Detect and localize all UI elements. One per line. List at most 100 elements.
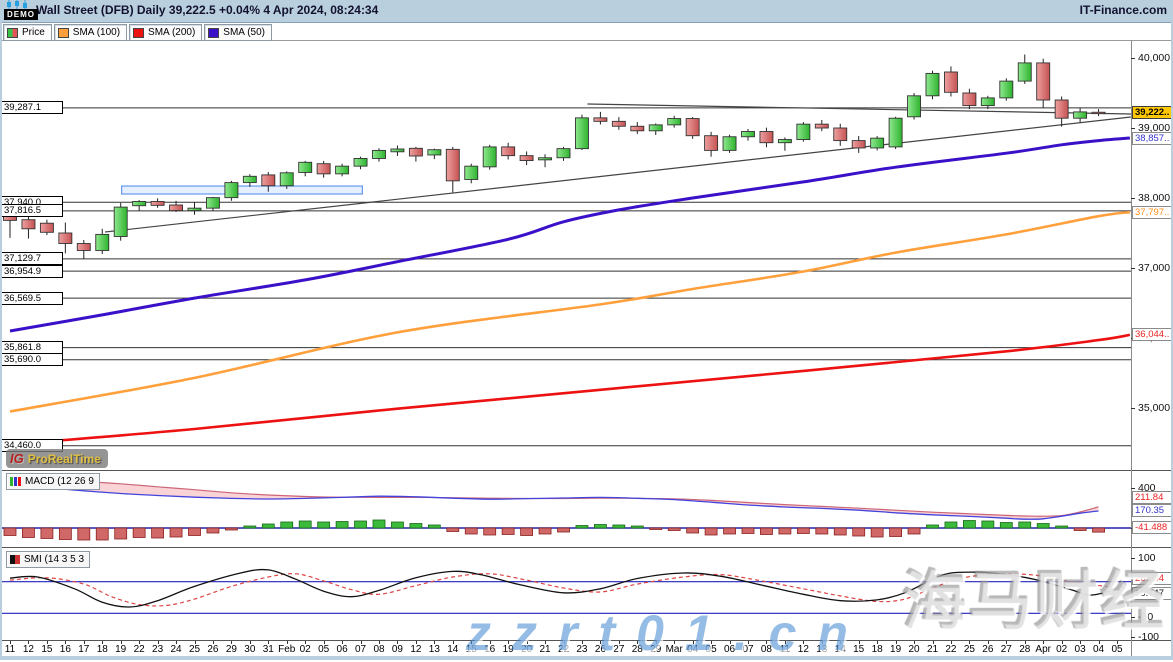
date-label: 07 bbox=[742, 644, 753, 655]
price-level-label[interactable]: 36,954.9 bbox=[1, 265, 63, 278]
date-label: Mar bbox=[666, 644, 683, 655]
date-label: 14 bbox=[835, 644, 846, 655]
date-label: 21 bbox=[927, 644, 938, 655]
trendline bbox=[587, 104, 1131, 114]
candle bbox=[262, 175, 275, 186]
trendline bbox=[105, 117, 1131, 232]
macd-hist-bar bbox=[539, 528, 551, 534]
pane-separator[interactable] bbox=[0, 470, 1173, 471]
date-label: 16 bbox=[484, 644, 495, 655]
date-label: 25 bbox=[964, 644, 975, 655]
macd-hist-bar bbox=[594, 525, 606, 529]
legend-label: Price bbox=[22, 27, 45, 38]
date-label: 20 bbox=[521, 644, 532, 655]
date-label: 26 bbox=[982, 644, 993, 655]
date-label: 28 bbox=[1019, 644, 1030, 655]
smi-indicator-label[interactable]: SMI (14 3 5 3 bbox=[6, 551, 90, 568]
macd-hist-bar bbox=[1037, 524, 1049, 529]
date-label: 14 bbox=[447, 644, 458, 655]
macd-label-text: MACD (12 26 9 bbox=[25, 476, 94, 487]
date-label: 15 bbox=[41, 644, 52, 655]
annotation-rectangle bbox=[122, 186, 363, 194]
candle bbox=[1018, 63, 1031, 81]
candle bbox=[686, 119, 699, 136]
smi-pane[interactable] bbox=[0, 570, 1131, 614]
macd-hist-bar bbox=[760, 528, 772, 535]
candle bbox=[225, 183, 238, 198]
macd-hist-bar bbox=[318, 522, 330, 528]
candle bbox=[815, 124, 828, 128]
date-label: 12 bbox=[410, 644, 421, 655]
date-label: 13 bbox=[429, 644, 440, 655]
candle bbox=[1037, 63, 1050, 100]
mini-candles-icon bbox=[6, 0, 28, 9]
macd-hist-bar bbox=[170, 528, 182, 537]
legend-item-sma200[interactable]: SMA (200) bbox=[129, 24, 202, 41]
legend-item-sma50[interactable]: SMA (50) bbox=[204, 24, 272, 41]
date-label: Feb bbox=[278, 644, 295, 655]
macd-hist-bar bbox=[871, 528, 883, 537]
macd-hist-bar bbox=[59, 528, 71, 540]
macd-indicator-label[interactable]: MACD (12 26 9 bbox=[6, 473, 100, 490]
candle bbox=[668, 119, 681, 125]
date-label: 26 bbox=[595, 644, 606, 655]
pane-separator[interactable] bbox=[0, 547, 1173, 548]
date-label: 17 bbox=[78, 644, 89, 655]
candle bbox=[1074, 112, 1087, 118]
sma100-series-icon bbox=[58, 28, 69, 38]
price-level-label[interactable]: 37,129.7 bbox=[1, 252, 63, 265]
date-label: 02 bbox=[300, 644, 311, 655]
macd-hist-bar bbox=[22, 528, 34, 538]
price-pane[interactable] bbox=[0, 55, 1131, 446]
price-level-label[interactable]: 36,569.5 bbox=[1, 292, 63, 305]
sma50-line bbox=[10, 138, 1130, 331]
candle bbox=[889, 118, 902, 147]
candle bbox=[871, 138, 884, 148]
macd-hist-bar bbox=[78, 528, 90, 540]
candle bbox=[575, 118, 588, 149]
date-label: 08 bbox=[373, 644, 384, 655]
macd-pane[interactable] bbox=[0, 480, 1131, 540]
candle bbox=[594, 118, 607, 122]
date-label: 09 bbox=[392, 644, 403, 655]
price-level-label[interactable]: 35,690.0 bbox=[1, 353, 63, 366]
candle bbox=[59, 233, 72, 244]
candle bbox=[502, 147, 515, 156]
price-level-label[interactable]: 37,816.5 bbox=[1, 204, 63, 217]
date-label: 19 bbox=[890, 644, 901, 655]
date-label: 11 bbox=[780, 644, 790, 655]
macd-hist-bar bbox=[447, 528, 459, 532]
date-label: 31 bbox=[263, 644, 274, 655]
price-level-label[interactable]: 39,287.1 bbox=[1, 101, 63, 114]
date-label: Apr bbox=[1035, 644, 1051, 655]
candle bbox=[40, 223, 53, 232]
candle bbox=[631, 126, 644, 131]
chart-canvas[interactable] bbox=[0, 0, 1173, 660]
macd-hist-bar bbox=[1074, 528, 1086, 531]
legend-item-sma100[interactable]: SMA (100) bbox=[54, 24, 127, 41]
date-axis[interactable]: 111215161718192223242526293031Feb0205060… bbox=[0, 641, 1131, 656]
macd-hist-bar bbox=[502, 528, 514, 535]
macd-hist-bar bbox=[963, 521, 975, 529]
date-label: 04 bbox=[687, 644, 698, 655]
macd-icon bbox=[10, 477, 21, 486]
candle bbox=[557, 149, 570, 158]
legend-item-price[interactable]: Price bbox=[3, 24, 52, 41]
candle bbox=[797, 124, 810, 139]
candle bbox=[723, 137, 736, 151]
macd-hist-bar bbox=[207, 528, 219, 533]
macd-hist-bar bbox=[336, 522, 348, 529]
date-label: 20 bbox=[908, 644, 919, 655]
candle bbox=[409, 148, 422, 156]
brand-link[interactable]: IT-Finance.com bbox=[1080, 3, 1167, 17]
date-label: 19 bbox=[115, 644, 126, 655]
macd-hist-bar bbox=[225, 528, 237, 530]
macd-hist-bar bbox=[613, 525, 625, 528]
candle bbox=[96, 234, 109, 250]
chart-title: Wall Street (DFB) Daily 39,222.5 +0.04% … bbox=[36, 3, 378, 17]
date-label: 05 bbox=[318, 644, 329, 655]
window-frame-left bbox=[0, 0, 2, 660]
candle bbox=[22, 220, 35, 229]
candle bbox=[834, 128, 847, 141]
candle bbox=[465, 166, 478, 179]
